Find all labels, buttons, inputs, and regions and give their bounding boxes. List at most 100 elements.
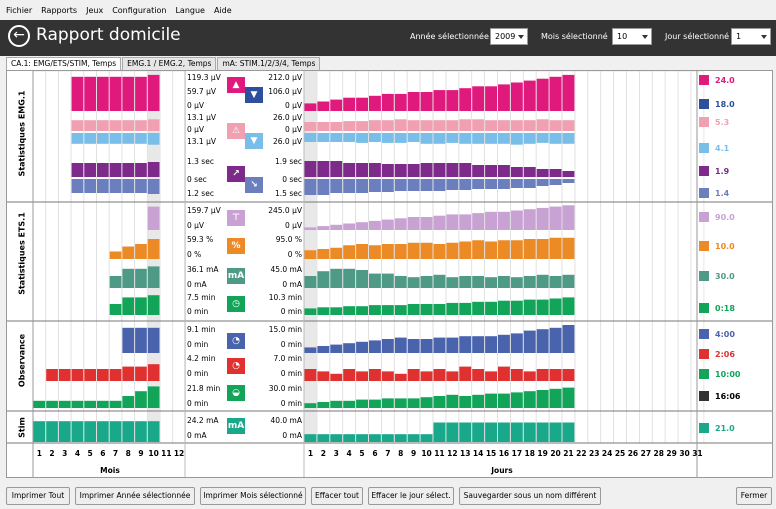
- legend-item: 30.0: [699, 271, 735, 281]
- print-year-button[interactable]: Imprimer Année sélectionnée: [75, 487, 195, 505]
- right-axis-label: 45.0 mA: [270, 265, 302, 274]
- day-bar: [407, 217, 420, 230]
- day-bar: [317, 371, 330, 381]
- month-axis-tick: 6: [100, 449, 106, 458]
- month-bar: [122, 366, 135, 381]
- day-bar: [381, 120, 394, 131]
- day-bar: [304, 103, 317, 111]
- save-as-button[interactable]: Sauvegarder sous un nom différent: [459, 487, 601, 505]
- month-grid-col: [159, 71, 174, 444]
- emg-drop-icon: ▼: [245, 133, 263, 149]
- month-bar: [71, 400, 84, 408]
- menu-aide[interactable]: Aide: [214, 6, 232, 15]
- day-bar: [562, 387, 575, 408]
- menu-rapports[interactable]: Rapports: [41, 6, 77, 15]
- month-bar: [84, 421, 96, 442]
- month-axis-tick: 11: [161, 449, 172, 458]
- day-bar: [356, 244, 368, 259]
- legend-item: 10.0: [699, 241, 735, 251]
- back-arrow-icon[interactable]: ←: [8, 25, 30, 47]
- day-bar: [343, 163, 356, 177]
- day-bar: [304, 250, 317, 259]
- day-bar: [356, 121, 368, 131]
- day-bar: [317, 249, 330, 259]
- day-bar: [330, 268, 343, 288]
- month-grid-col: [58, 71, 72, 444]
- legend-value: 10:00: [715, 369, 741, 379]
- legend-item: 0:18: [699, 303, 735, 313]
- day-bar: [510, 422, 523, 442]
- day-bar: [381, 434, 394, 442]
- day-bar: [304, 369, 317, 381]
- day-bar: [549, 276, 562, 288]
- left-axis-label: 0 µV: [187, 101, 205, 110]
- day-bar: [485, 393, 497, 408]
- print-month-button[interactable]: Imprimer Mois sélectionné: [200, 487, 306, 505]
- right-axis-label: 26.0 µV: [273, 137, 302, 146]
- day-bar: [356, 341, 368, 353]
- day-bar: [304, 434, 317, 442]
- month-bar: [147, 133, 160, 145]
- day-bar: [420, 434, 433, 442]
- day-bar: [510, 133, 523, 145]
- day-bar: [498, 240, 510, 259]
- right-axis-label: 1.5 sec: [275, 189, 302, 198]
- month-axis-tick: 2: [49, 449, 55, 458]
- menu-configuration[interactable]: Configuration: [112, 6, 166, 15]
- month-bar: [71, 120, 84, 131]
- month-bar: [122, 297, 135, 315]
- day-bar: [369, 245, 381, 259]
- tab-ma[interactable]: mA: STIM.1/2/3/4, Temps: [217, 57, 321, 70]
- right-axis-label: 0 min: [280, 307, 302, 316]
- menu-jeux[interactable]: Jeux: [86, 6, 103, 15]
- menu-fichier[interactable]: Fichier: [6, 6, 32, 15]
- day-bar: [356, 97, 368, 111]
- day-bar: [381, 219, 394, 230]
- day-bar: [472, 119, 485, 131]
- menu-langue[interactable]: Langue: [175, 6, 205, 15]
- day-bar: [407, 120, 420, 131]
- day-bar: [356, 133, 368, 143]
- day-bar: [407, 179, 420, 191]
- day-bar: [446, 133, 459, 143]
- close-button[interactable]: Fermer: [736, 487, 772, 505]
- day-select[interactable]: 1: [731, 28, 771, 45]
- left-axis-label: 0 min: [187, 399, 209, 408]
- legend-item: 90.0: [699, 212, 735, 222]
- clear-day-button[interactable]: Effacer le jour sélect.: [368, 487, 454, 505]
- day-bar: [433, 120, 446, 131]
- left-axis-label: 119.3 µV: [187, 73, 221, 82]
- print-all-button[interactable]: Imprimer Tout: [6, 487, 70, 505]
- month-bar: [84, 163, 96, 177]
- legend-item: 1.9: [699, 166, 729, 176]
- day-axis-tick: 11: [434, 449, 445, 458]
- day-bar: [562, 171, 575, 177]
- day-axis-tick: 12: [447, 449, 458, 458]
- day-bar: [446, 371, 459, 381]
- section-label-emg: Statistiques EMG.1: [17, 90, 27, 177]
- day-bar: [549, 298, 562, 315]
- day-bar: [498, 422, 510, 442]
- day-bar: [330, 344, 343, 353]
- day-bar: [343, 369, 356, 381]
- clear-all-button[interactable]: Effacer tout: [311, 487, 363, 505]
- day-bar: [536, 239, 549, 259]
- day-axis-tick: 8: [398, 449, 404, 458]
- month-axis-tick: 9: [138, 449, 144, 458]
- right-axis-label: 0 µV: [284, 101, 302, 110]
- tab-ca1[interactable]: CA.1: EMG/ETS/STIM, Temps: [6, 57, 122, 70]
- year-select[interactable]: 2009: [490, 28, 528, 45]
- month-bar: [97, 133, 109, 144]
- year-value: 2009: [495, 32, 516, 41]
- day-bar: [549, 206, 562, 230]
- day-bar: [394, 93, 407, 111]
- day-axis-tick: 17: [511, 449, 523, 458]
- tab-emg[interactable]: EMG.1 / EMG.2, Temps: [122, 57, 217, 70]
- month-bar: [71, 163, 84, 177]
- right-axis-label: 40.0 mA: [270, 416, 302, 425]
- month-bar: [147, 386, 160, 408]
- month-select[interactable]: 10: [612, 28, 652, 45]
- day-grid-col: [574, 71, 589, 444]
- day-bar: [317, 402, 330, 408]
- day-bar: [472, 133, 485, 144]
